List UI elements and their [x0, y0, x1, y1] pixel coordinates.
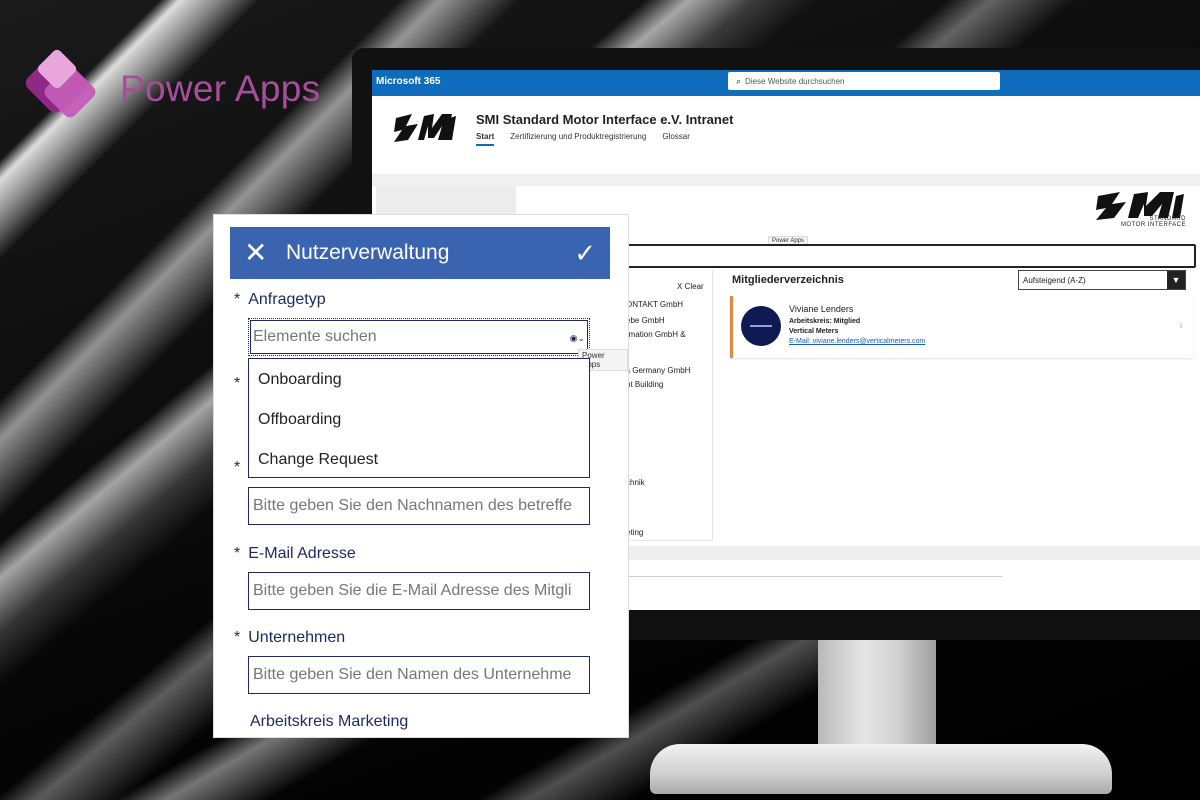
close-icon[interactable]: ✕ — [244, 239, 267, 267]
marketing-group-label: Arbeitskreis Marketing — [250, 713, 409, 730]
required-mark: * — [234, 459, 241, 476]
site-title: SMI Standard Motor Interface e.V. Intran… — [476, 112, 734, 127]
smi-logo-subtitle-2: MOTOR INTERFACE — [1120, 222, 1186, 228]
request-type-dropdown-list: Onboarding Offboarding Change Request — [248, 358, 590, 478]
list-item[interactable]: ONTAKT GmbH — [626, 300, 683, 309]
form-title: Nutzerverwaltung — [286, 241, 450, 264]
power-apps-brand: Power Apps — [22, 47, 321, 128]
list-item[interactable]: eting — [626, 528, 643, 537]
m365-label[interactable]: Microsoft 365 — [376, 76, 440, 87]
option-onboarding[interactable]: Onboarding — [258, 371, 342, 389]
request-type-label-text: Anfragetyp — [248, 291, 326, 308]
chevron-down-icon[interactable]: ▼ — [1167, 271, 1185, 289]
option-change-request[interactable]: Change Request — [258, 451, 378, 469]
member-company: Vertical Meters — [789, 328, 839, 335]
email-placeholder: Bitte geben Sie die E-Mail Adresse des M… — [253, 582, 572, 599]
monitor-stand-neck — [818, 640, 936, 750]
nav-item-glossary[interactable]: Glossar — [662, 132, 690, 146]
member-email-link[interactable]: E-Mail: viviane.lenders@verticalmeters.c… — [789, 338, 925, 345]
brand-name: Power Apps — [120, 68, 321, 109]
site-nav: Start Zertifizierung und Produktregistri… — [476, 132, 690, 146]
email-label: * E-Mail Adresse — [234, 545, 356, 563]
list-item[interactable]: nt Building — [626, 380, 663, 389]
lastname-input[interactable]: Bitte geben Sie den Nachnamen des betref… — [248, 487, 590, 525]
member-group: Arbeitskreis: Mitglied — [789, 318, 861, 325]
request-type-search-placeholder: Elemente suchen — [253, 328, 377, 345]
form-header: ✕ Nutzerverwaltung ✓ — [230, 227, 610, 279]
footer-divider — [612, 576, 1002, 577]
monitor-stand-base — [650, 744, 1112, 794]
directory-search-input[interactable] — [612, 244, 1196, 268]
nav-item-start[interactable]: Start — [476, 132, 495, 146]
lastname-placeholder: Bitte geben Sie den Nachnamen des betref… — [253, 497, 573, 514]
required-mark: * — [234, 291, 241, 308]
request-type-label: * Anfragetyp — [234, 291, 326, 309]
footer-band — [612, 546, 1200, 560]
request-type-search-input[interactable]: Elemente suchen ◉⌄ — [248, 318, 590, 356]
smi-logo-subtitle: STANDARD MOTOR INTERFACE — [1094, 216, 1186, 228]
company-label: * Unternehmen — [234, 629, 345, 647]
company-input[interactable]: Bitte geben Sie den Namen des Unternehme — [248, 656, 590, 694]
member-card[interactable]: Viviane Lenders Arbeitskreis: Mitglied V… — [730, 296, 1193, 358]
company-label-text: Unternehmen — [248, 629, 346, 646]
chevron-down-icon[interactable]: ◉⌄ — [570, 333, 585, 344]
sort-dropdown-value: Aufsteigend (A-Z) — [1023, 275, 1086, 285]
submit-check-icon[interactable]: ✓ — [574, 239, 596, 267]
email-label-text: E-Mail Adresse — [248, 545, 356, 562]
directory-title: Mitgliederverzeichnis — [732, 274, 844, 286]
site-search-placeholder: Diese Website durchsuchen — [745, 76, 845, 86]
required-mark: * — [234, 545, 241, 562]
clear-filter-button[interactable]: X Clear — [677, 282, 704, 291]
email-input[interactable]: Bitte geben Sie die E-Mail Adresse des M… — [248, 572, 590, 610]
avatar — [741, 306, 781, 346]
power-apps-form: ✕ Nutzerverwaltung ✓ * Anfragetyp Element… — [214, 215, 628, 737]
m365-topbar: Microsoft 365 ⌕ Diese Website durchsuche… — [372, 70, 1200, 96]
divider-band — [372, 174, 1200, 186]
smi-logo-icon — [394, 114, 456, 142]
sort-dropdown[interactable]: Aufsteigend (A-Z) ▼ — [1018, 270, 1186, 290]
nav-item-certification[interactable]: Zertifizierung und Produktregistrierung — [510, 132, 646, 146]
required-mark: * — [234, 629, 241, 646]
search-icon: ⌕ — [736, 75, 742, 86]
member-name: Viviane Lenders — [789, 304, 854, 314]
list-item[interactable]: rmation GmbH & — [626, 330, 686, 339]
option-offboarding[interactable]: Offboarding — [258, 411, 341, 429]
power-apps-logo-icon — [22, 47, 106, 128]
required-mark: * — [234, 375, 241, 392]
company-placeholder: Bitte geben Sie den Namen des Unternehme — [253, 666, 572, 683]
chevron-right-icon[interactable]: › — [1179, 318, 1183, 332]
list-item[interactable]: chnik — [626, 478, 645, 487]
list-item[interactable]: s Germany GmbH — [626, 366, 690, 375]
site-search-input[interactable]: ⌕ Diese Website durchsuchen — [728, 72, 1000, 90]
list-item[interactable]: ebe GmbH — [626, 316, 665, 325]
